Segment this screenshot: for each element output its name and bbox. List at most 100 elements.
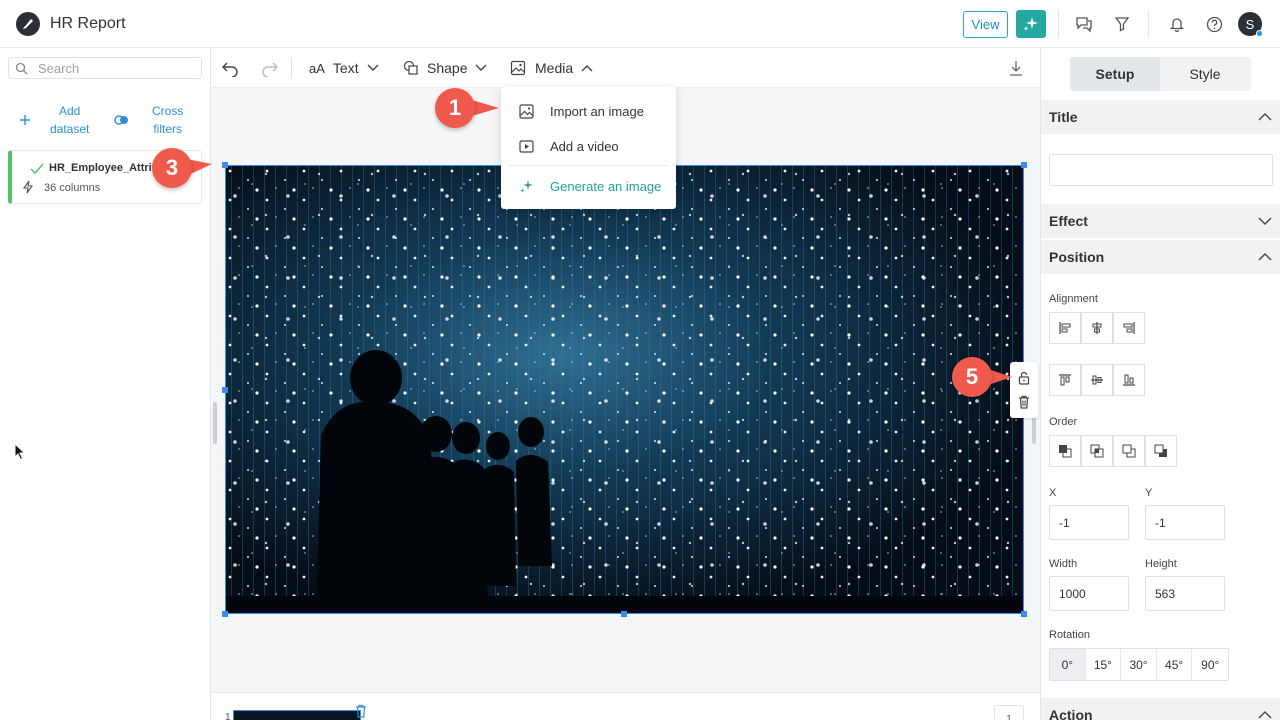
shape-menu-button[interactable]: Shape bbox=[403, 48, 487, 88]
editor-toolbar: aA Text Shape Media bbox=[211, 48, 1040, 88]
comments-icon[interactable] bbox=[1074, 14, 1094, 34]
callout-number: 5 bbox=[952, 357, 992, 397]
menu-divider bbox=[509, 165, 668, 166]
user-avatar[interactable]: S bbox=[1238, 12, 1263, 37]
x-input[interactable]: -1 bbox=[1049, 505, 1129, 540]
selected-image-element[interactable] bbox=[225, 165, 1024, 614]
undo-button[interactable] bbox=[221, 48, 239, 88]
rotation-option-15[interactable]: 15° bbox=[1086, 649, 1122, 680]
chevron-up-icon bbox=[1258, 711, 1272, 719]
section-position[interactable]: Position bbox=[1041, 240, 1280, 274]
callout-badge-1: 1 bbox=[435, 88, 499, 128]
send-to-back-icon[interactable] bbox=[1145, 435, 1177, 467]
callout-badge-3: 3 bbox=[152, 148, 212, 188]
align-bottom-icon[interactable] bbox=[1113, 364, 1145, 396]
help-icon[interactable] bbox=[1204, 14, 1224, 34]
light-installation-image bbox=[226, 166, 1023, 613]
trash-icon bbox=[1019, 395, 1029, 409]
section-position-label: Position bbox=[1049, 249, 1105, 265]
align-center-icon[interactable] bbox=[1081, 312, 1113, 344]
y-input[interactable]: -1 bbox=[1145, 505, 1225, 540]
width-input[interactable]: 1000 bbox=[1049, 576, 1129, 611]
toggle-icon bbox=[114, 115, 128, 125]
redo-button[interactable] bbox=[261, 48, 279, 88]
toolbar-divider bbox=[291, 58, 292, 78]
align-middle-icon[interactable] bbox=[1081, 364, 1113, 396]
download-icon bbox=[1010, 61, 1022, 76]
left-resize-handle[interactable] bbox=[213, 402, 217, 444]
menu-item-generate-image[interactable]: Generate an image bbox=[501, 169, 676, 203]
height-input[interactable]: 563 bbox=[1145, 576, 1225, 611]
resize-handle-left[interactable] bbox=[222, 387, 228, 393]
rotation-option-0[interactable]: 0° bbox=[1050, 649, 1086, 680]
divider bbox=[1148, 10, 1149, 38]
app-logo-icon[interactable] bbox=[16, 12, 40, 36]
media-menu-button[interactable]: Media bbox=[510, 48, 593, 88]
chevron-up-icon bbox=[1258, 113, 1272, 121]
video-icon bbox=[518, 138, 534, 154]
page-strip: 1 1 bbox=[211, 692, 1040, 720]
media-dropdown-menu: Import an image Add a video Generate an … bbox=[501, 87, 676, 209]
plus-icon bbox=[20, 115, 30, 125]
align-top-icon[interactable] bbox=[1049, 364, 1081, 396]
page-number: 1 bbox=[225, 712, 231, 720]
menu-item-add-video[interactable]: Add a video bbox=[501, 129, 676, 163]
height-label: Height bbox=[1145, 558, 1177, 570]
menu-item-import-image[interactable]: Import an image bbox=[501, 94, 676, 128]
online-status-dot bbox=[1256, 30, 1263, 37]
chevron-up-icon bbox=[1258, 253, 1272, 261]
dataset-column-count: 36 columns bbox=[44, 182, 101, 194]
sparkle-icon bbox=[518, 178, 534, 194]
page-count-box[interactable]: 1 bbox=[994, 705, 1024, 720]
filter-icon[interactable] bbox=[1112, 14, 1132, 34]
lightning-icon bbox=[22, 180, 34, 194]
properties-panel: Setup Style Title Effect Position Alignm… bbox=[1040, 48, 1280, 720]
align-left-icon[interactable] bbox=[1049, 312, 1081, 344]
search-input[interactable]: Search bbox=[8, 57, 202, 79]
ai-assistant-button[interactable] bbox=[1016, 10, 1046, 38]
text-menu-button[interactable]: aA Text bbox=[309, 48, 379, 88]
notifications-icon[interactable] bbox=[1167, 14, 1187, 34]
tab-setup[interactable]: Setup bbox=[1070, 57, 1160, 91]
resize-handle-top-left[interactable] bbox=[222, 162, 228, 168]
section-title-label: Title bbox=[1049, 109, 1078, 125]
rotation-selector: 0° 15° 30° 45° 90° bbox=[1049, 648, 1229, 681]
page-thumbnail[interactable] bbox=[233, 710, 361, 720]
view-button[interactable]: View bbox=[963, 11, 1008, 38]
unlock-icon bbox=[1018, 371, 1030, 385]
title-input[interactable] bbox=[1049, 154, 1273, 186]
section-title[interactable]: Title bbox=[1041, 100, 1280, 134]
text-menu-label: Text bbox=[332, 60, 359, 76]
send-backward-icon[interactable] bbox=[1113, 435, 1145, 467]
rotation-option-45[interactable]: 45° bbox=[1157, 649, 1193, 680]
chevron-up-icon bbox=[581, 65, 593, 72]
section-action[interactable]: Action bbox=[1041, 698, 1280, 720]
resize-handle-bottom-left[interactable] bbox=[222, 611, 228, 617]
tab-style[interactable]: Style bbox=[1160, 57, 1250, 91]
x-label: X bbox=[1049, 487, 1057, 499]
align-right-icon[interactable] bbox=[1113, 312, 1145, 344]
top-bar: HR Report View S bbox=[0, 0, 1280, 48]
cross-filters-toggle[interactable]: Cross filters bbox=[114, 102, 183, 138]
rotation-option-30[interactable]: 30° bbox=[1121, 649, 1157, 680]
bring-forward-icon[interactable] bbox=[1081, 435, 1113, 467]
search-icon bbox=[15, 62, 28, 74]
y-label: Y bbox=[1145, 487, 1153, 499]
text-prefix-icon: aA bbox=[309, 60, 325, 76]
resize-handle-bottom[interactable] bbox=[621, 611, 627, 617]
bring-to-front-icon[interactable] bbox=[1049, 435, 1081, 467]
media-menu-label: Media bbox=[535, 60, 574, 76]
chevron-down-icon bbox=[1258, 217, 1272, 225]
section-effect-label: Effect bbox=[1049, 213, 1088, 229]
rotation-label: Rotation bbox=[1049, 629, 1090, 641]
resize-handle-bottom-right[interactable] bbox=[1021, 611, 1027, 617]
add-dataset-button[interactable]: Add dataset bbox=[18, 102, 89, 138]
order-label: Order bbox=[1049, 416, 1078, 428]
redo-icon bbox=[262, 62, 278, 77]
download-button[interactable] bbox=[1009, 48, 1023, 88]
rotation-option-90[interactable]: 90° bbox=[1192, 649, 1228, 680]
image-icon bbox=[518, 103, 534, 119]
add-dataset-label: Add dataset bbox=[50, 104, 90, 136]
section-effect[interactable]: Effect bbox=[1041, 204, 1280, 238]
resize-handle-top-right[interactable] bbox=[1021, 162, 1027, 168]
